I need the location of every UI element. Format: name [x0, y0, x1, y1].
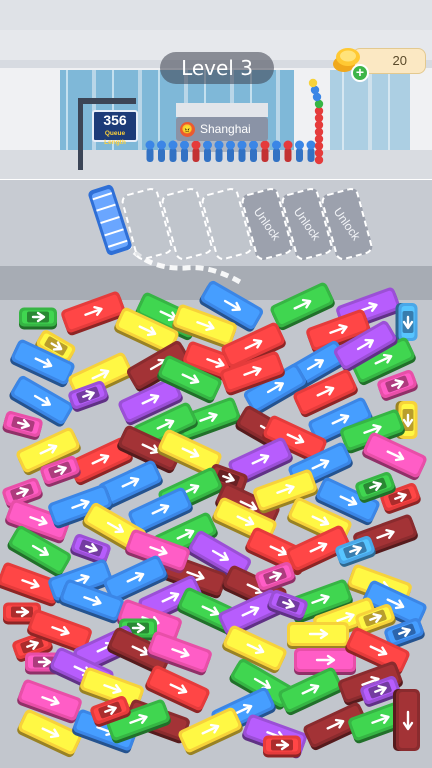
passenger — [249, 140, 258, 162]
passenger — [168, 140, 178, 162]
queue-length-label: Queue Length — [104, 130, 126, 146]
unlock-label: Unlock — [330, 204, 364, 244]
passenger — [191, 140, 201, 162]
passenger — [157, 140, 166, 162]
passenger — [272, 140, 281, 162]
car-vehicle[interactable] — [263, 735, 301, 758]
car-vehicle[interactable] — [395, 303, 418, 341]
passenger-queue — [145, 140, 316, 162]
passenger — [295, 140, 304, 162]
passenger — [203, 140, 212, 162]
passenger — [180, 140, 189, 162]
angry-face-icon: 😠 — [180, 122, 195, 137]
passenger — [308, 78, 318, 88]
bus-vehicle[interactable] — [287, 622, 349, 649]
game-scene — [0, 0, 432, 768]
passenger — [306, 140, 316, 162]
passenger — [214, 140, 224, 162]
passenger — [145, 140, 155, 162]
unlock-label: Unlock — [250, 204, 284, 244]
add-coins-button[interactable]: + — [351, 64, 369, 82]
passenger — [283, 140, 293, 162]
car-vehicle[interactable] — [19, 307, 57, 330]
queue-length-value: 356 — [103, 112, 127, 128]
passenger — [260, 140, 270, 162]
passenger — [237, 140, 247, 162]
level-indicator: Level 3 — [160, 52, 274, 84]
unlock-label: Unlock — [290, 204, 324, 244]
queue-length-sign: 356 Queue Length — [92, 110, 138, 146]
bus-vehicle[interactable] — [393, 689, 420, 751]
passenger — [226, 140, 235, 162]
